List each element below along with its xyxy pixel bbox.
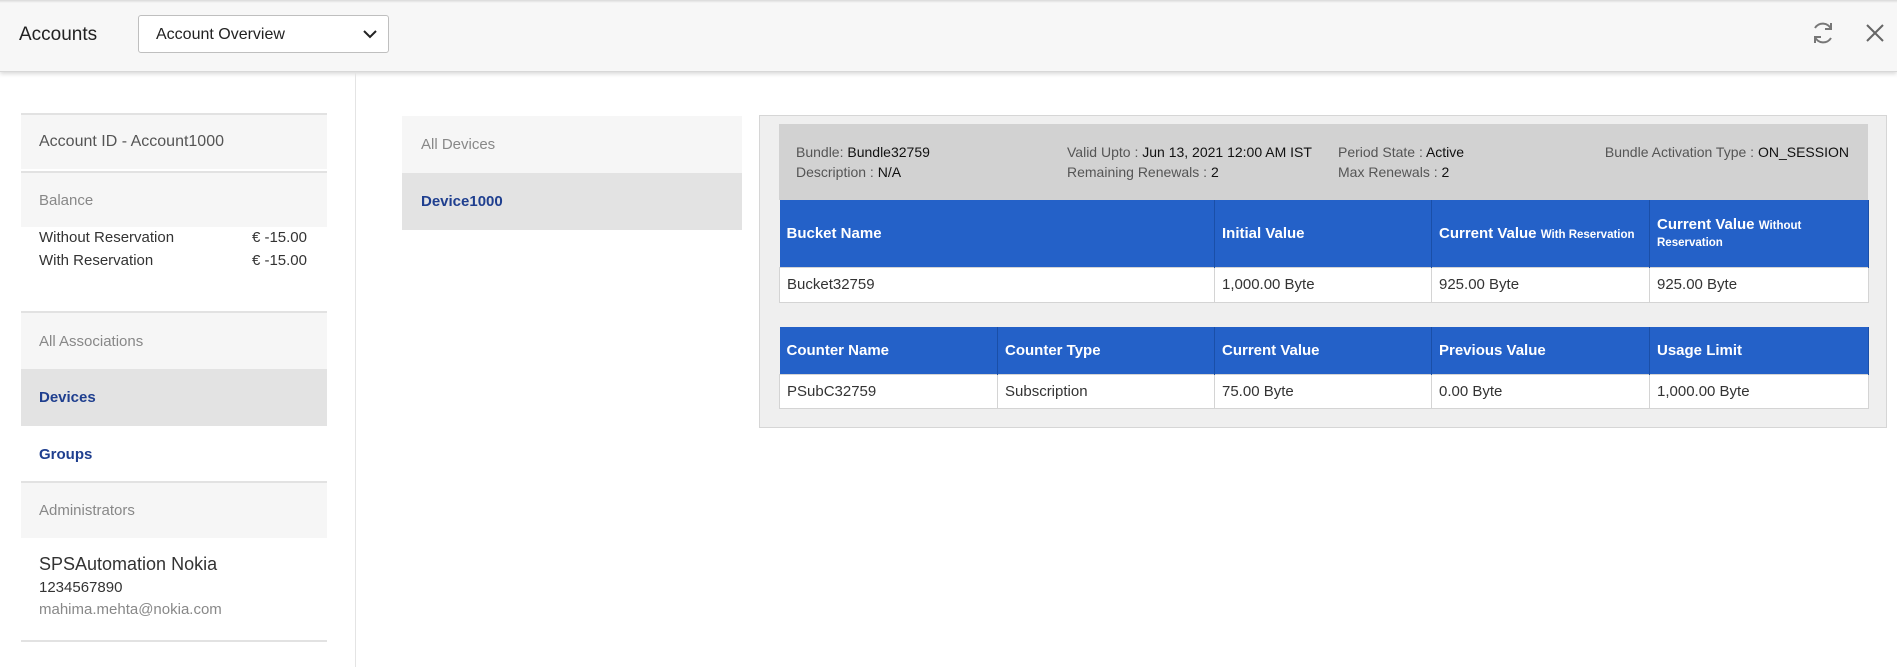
account-id: Account ID - Account1000: [21, 113, 327, 169]
column-header: Bucket Name: [779, 200, 1215, 267]
balance-label: Without Reservation: [39, 229, 175, 246]
admin-phone: 1234567890: [39, 579, 123, 596]
bundle-activation-type: Bundle Activation Type : ON_SESSION: [1604, 144, 1849, 160]
column-header: Current Value Without Reservation: [1649, 200, 1869, 267]
associations-heading: All Associations: [21, 311, 327, 369]
counter-table: Counter Name Counter Type Current Value …: [779, 327, 1869, 409]
table-cell: Subscription: [997, 373, 1215, 409]
device-list-item[interactable]: Device1000: [402, 173, 742, 230]
table-cell: 1,000.00 Byte: [1214, 266, 1432, 303]
table-row: Bucket32759 1,000.00 Byte 925.00 Byte 92…: [779, 266, 1869, 303]
bundle-remaining-renewals-value: 2: [1210, 164, 1219, 180]
bucket-table: Bucket Name Initial Value Current Value …: [779, 200, 1869, 303]
bundle-name: Bundle: Bundle32759: [796, 144, 930, 160]
table-cell: 925.00 Byte: [1649, 266, 1869, 303]
devices-panel: All Devices Device1000: [402, 116, 742, 230]
column-header: Usage Limit: [1649, 327, 1869, 374]
admin-email: mahima.mehta@nokia.com: [39, 601, 222, 618]
chevron-down-icon: [363, 30, 377, 39]
column-header: Current Value: [1214, 327, 1432, 374]
column-header: Previous Value: [1431, 327, 1650, 374]
bundle-description-value: N/A: [877, 164, 902, 180]
bundle-max-renewals-value: 2: [1441, 164, 1450, 180]
column-header: Current Value With Reservation: [1431, 200, 1650, 267]
column-header: Initial Value: [1214, 200, 1432, 267]
refresh-icon[interactable]: [1810, 20, 1836, 46]
balance-amount: € -15.00: [251, 229, 307, 246]
panel-divider: [355, 73, 356, 667]
close-icon[interactable]: [1864, 22, 1886, 44]
bundle-valid-upto-value: Jun 13, 2021 12:00 AM IST: [1142, 144, 1312, 160]
bundle-activation-type-value: ON_SESSION: [1757, 144, 1849, 160]
administrators-heading: Administrators: [21, 483, 327, 538]
bundle-name-value: Bundle32759: [847, 144, 930, 160]
nav-item-groups[interactable]: Groups: [21, 426, 327, 483]
balance-row: Without Reservation € -15.00: [21, 227, 327, 250]
table-cell: 1,000.00 Byte: [1649, 373, 1869, 409]
admin-card: SPSAutomation Nokia 1234567890 mahima.me…: [21, 538, 327, 642]
bundle-max-renewals: Max Renewals : 2: [1338, 164, 1450, 180]
table-cell: 925.00 Byte: [1431, 266, 1650, 303]
bundle-card: Bundle: Bundle32759 Description : N/A Va…: [759, 115, 1887, 428]
top-bar: Accounts Account Overview: [0, 0, 1897, 72]
table-row: PSubC32759 Subscription 75.00 Byte 0.00 …: [779, 373, 1869, 409]
table-cell: Bucket32759: [779, 266, 1215, 303]
balance-amount: € -15.00: [251, 252, 307, 269]
column-header: Counter Type: [997, 327, 1215, 374]
bundle-info: Bundle: Bundle32759 Description : N/A Va…: [779, 124, 1868, 200]
page-title: Accounts: [19, 24, 98, 45]
column-header: Counter Name: [779, 327, 998, 374]
admin-name: SPSAutomation Nokia: [39, 554, 218, 574]
devices-heading: All Devices: [402, 116, 742, 173]
table-cell: 75.00 Byte: [1214, 373, 1432, 409]
nav-item-devices[interactable]: Devices: [21, 369, 327, 426]
account-panel: Account ID - Account1000 Balance Without…: [21, 113, 327, 642]
table-header-row: Bucket Name Initial Value Current Value …: [779, 200, 1869, 267]
bundle-description: Description : N/A: [796, 164, 902, 180]
table-cell: 0.00 Byte: [1431, 373, 1650, 409]
bundle-remaining-renewals: Remaining Renewals : 2: [1067, 164, 1219, 180]
balance-heading: Balance: [21, 171, 327, 227]
balance-row: With Reservation € -15.00: [21, 250, 327, 273]
balance-label: With Reservation: [39, 252, 154, 269]
balance-list: Without Reservation € -15.00 With Reserv…: [21, 227, 327, 311]
table-header-row: Counter Name Counter Type Current Value …: [779, 327, 1869, 374]
bundle-period-state: Period State : Active: [1338, 144, 1465, 160]
bundle-valid-upto: Valid Upto : Jun 13, 2021 12:00 AM IST: [1067, 144, 1312, 160]
view-dropdown[interactable]: Account Overview: [138, 15, 389, 53]
bundle-period-state-value: Active: [1425, 144, 1465, 160]
table-cell: PSubC32759: [779, 373, 998, 409]
view-dropdown-value: Account Overview: [156, 26, 285, 43]
